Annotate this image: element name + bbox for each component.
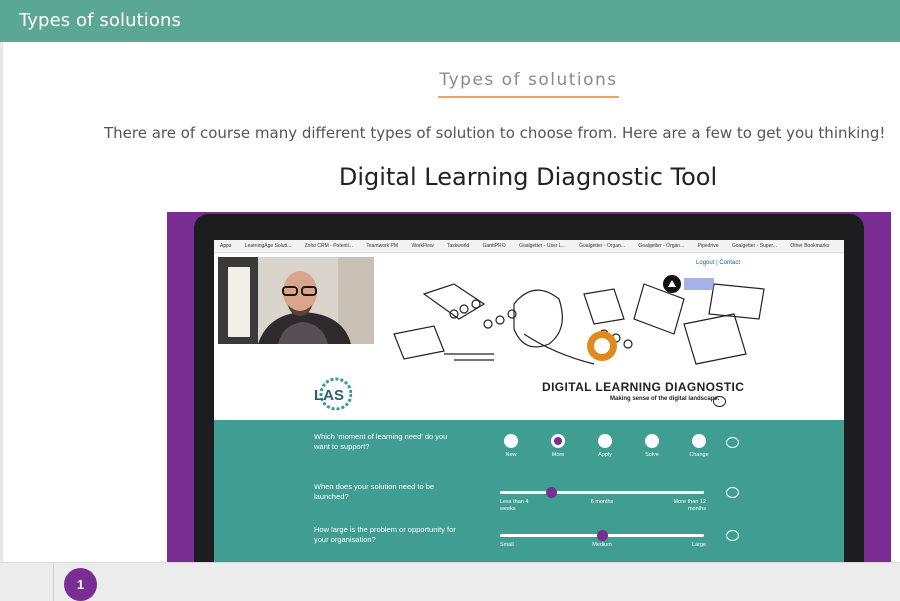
question-launch: When does your solution need to be launc… xyxy=(314,482,435,501)
option-new[interactable] xyxy=(504,434,518,448)
las-logo: LAS xyxy=(314,377,352,411)
bookmark-item: Zoho CRM - Potenti... xyxy=(304,243,353,249)
video-player[interactable]: Apps LearningAge Soluti... Zoho CRM - Po… xyxy=(167,212,891,562)
nav-separator: | xyxy=(716,260,718,266)
slider-label-min: Small xyxy=(500,542,514,548)
info-icon[interactable] xyxy=(726,530,739,541)
bookmark-item: GanttPRO xyxy=(482,243,506,249)
diagnostic-form: Which 'moment of learning need' do you w… xyxy=(214,420,844,562)
bookmark-item: Goalgetter - Organ... xyxy=(638,243,685,249)
top-bar: Types of solutions xyxy=(0,0,900,42)
launch-slider-track[interactable] xyxy=(500,491,704,494)
info-icon[interactable] xyxy=(726,487,739,498)
bookmark-item: Goalgetter - User L... xyxy=(519,243,566,249)
webcam-overlay xyxy=(218,257,374,344)
contact-link[interactable]: Contact xyxy=(719,260,740,266)
bookmark-item: WorkFlow xyxy=(411,243,434,249)
option-label: Change xyxy=(689,452,709,458)
bookmark-item: Goalgetter - Organ... xyxy=(579,243,625,249)
section-heading: Types of solutions xyxy=(439,70,618,90)
window-title: Types of solutions xyxy=(19,10,181,31)
tool-title: Digital Learning Diagnostic Tool xyxy=(338,163,718,191)
bookmark-item: Pipedrive xyxy=(697,243,719,249)
bookmarks-bar: Apps LearningAge Soluti... Zoho CRM - Po… xyxy=(214,240,844,253)
bottom-bar xyxy=(0,562,900,601)
launch-slider-handle[interactable] xyxy=(545,487,557,498)
bookmark-item: LearningAge Soluti... xyxy=(244,243,292,249)
slider-label-mid: Medium xyxy=(592,542,612,548)
option-label: Solve xyxy=(645,452,659,458)
slider-label-max: More than 12 months xyxy=(673,499,706,512)
las-logo-text: LAS xyxy=(314,387,344,404)
bookmark-item: Taskworld xyxy=(446,243,470,249)
left-divider xyxy=(0,42,3,562)
bookmark-item: Teamwork PM xyxy=(366,243,399,249)
option-label: More xyxy=(551,452,565,458)
bottom-divider xyxy=(53,563,54,601)
section-underline xyxy=(438,96,619,98)
option-change[interactable] xyxy=(692,434,706,448)
option-solve[interactable] xyxy=(645,434,659,448)
slider-label-mid: 6 months xyxy=(590,499,614,505)
slider-label-max: Large xyxy=(691,542,706,548)
option-apply[interactable] xyxy=(598,434,612,448)
site-nav: Logout | Contact xyxy=(696,260,740,266)
bookmark-item: Other Bookmarks xyxy=(790,243,830,249)
diagnostic-heading: DIGITAL LEARNING DIAGNOSTIC xyxy=(542,380,745,394)
bookmark-item: Goalgetter - Super... xyxy=(731,243,777,249)
slider-label-min: Less than 4 weeks xyxy=(500,499,529,512)
bookmark-item: Apps xyxy=(220,243,232,249)
size-slider-handle[interactable] xyxy=(596,530,608,541)
logout-link[interactable]: Logout xyxy=(696,260,714,266)
option-label: Apply xyxy=(598,452,612,458)
intro-text: There are of course many different types… xyxy=(104,124,886,142)
option-more[interactable] xyxy=(551,434,565,448)
diagnostic-subheading: Making sense of the digital landscape. xyxy=(610,396,720,402)
question-moment: Which 'moment of learning need' do you w… xyxy=(314,432,448,451)
page-number-badge[interactable]: 1 xyxy=(64,568,97,601)
info-icon[interactable] xyxy=(713,396,726,407)
question-size: How large is the problem or opportunity … xyxy=(314,525,456,544)
info-icon[interactable] xyxy=(726,437,739,448)
option-label: New xyxy=(505,452,517,458)
